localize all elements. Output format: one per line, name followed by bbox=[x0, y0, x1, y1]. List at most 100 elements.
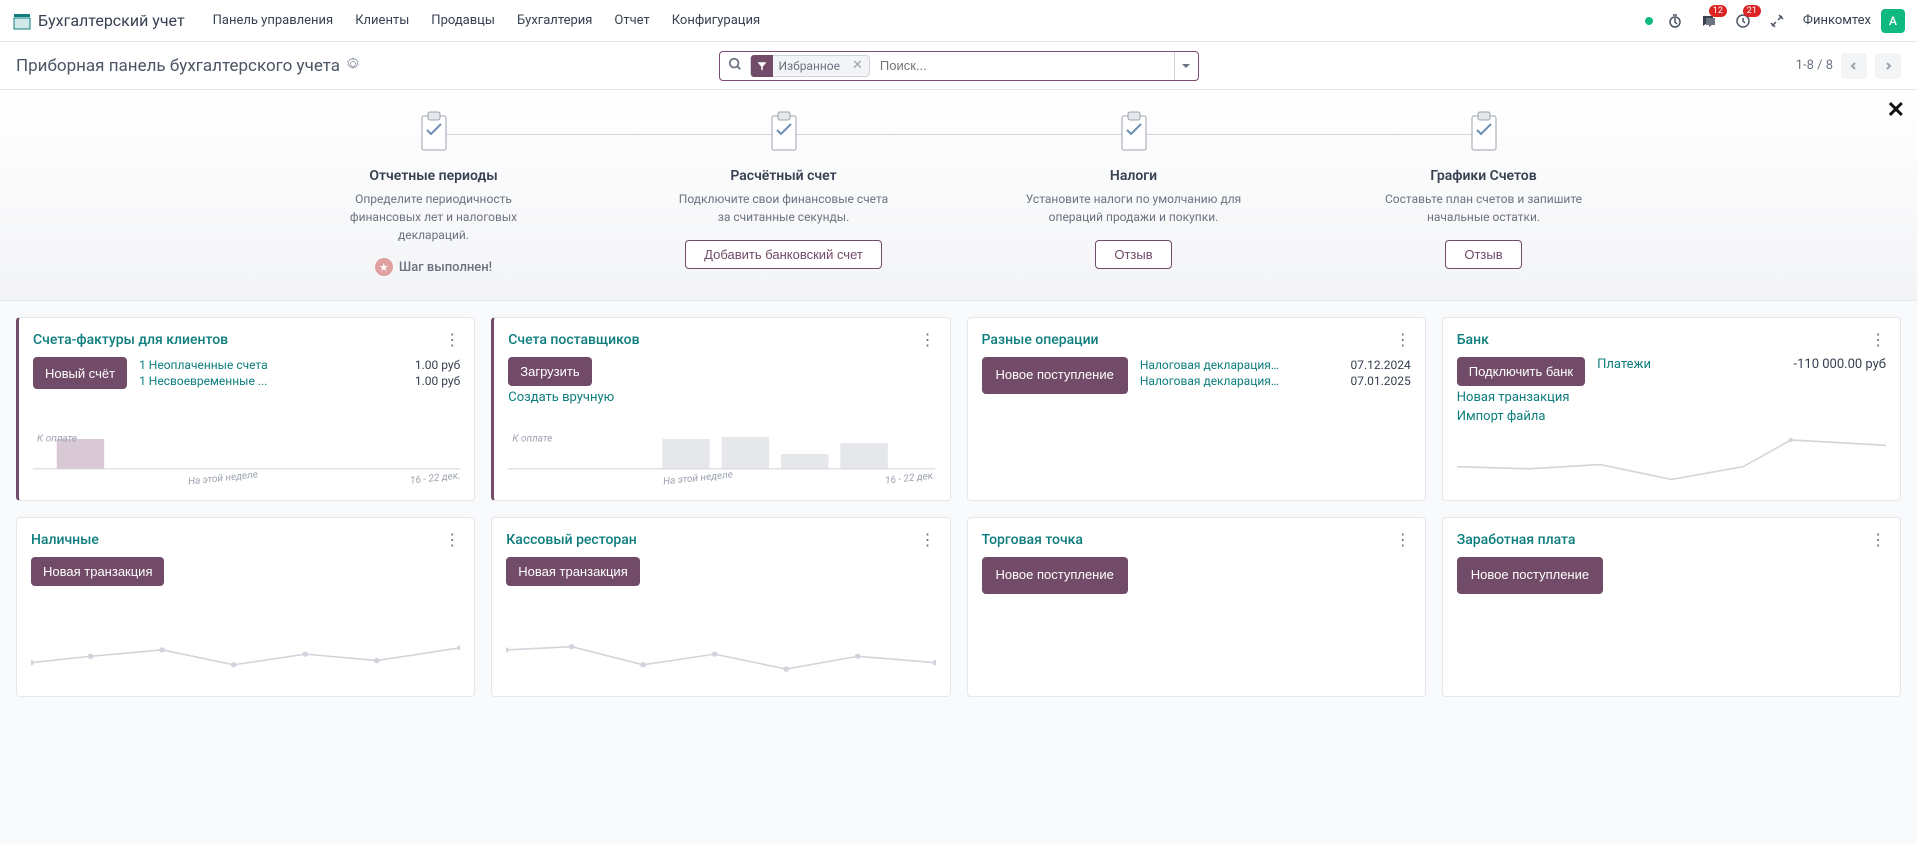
pager-text: 1-8 / 8 bbox=[1796, 58, 1833, 73]
late-link[interactable]: 1 Несвоевременные ... bbox=[139, 374, 267, 388]
company-name[interactable]: Финкомтех bbox=[1803, 13, 1871, 28]
kebab-icon[interactable]: ⋮ bbox=[1870, 530, 1886, 549]
gear-icon[interactable] bbox=[346, 57, 360, 75]
app-icon bbox=[12, 11, 32, 31]
connect-bank-button[interactable]: Подключить банк bbox=[1457, 357, 1585, 386]
card-title[interactable]: Заработная плата bbox=[1457, 532, 1576, 548]
status-indicator-icon bbox=[1645, 17, 1653, 25]
step-done-label: Шаг выполнен! bbox=[399, 260, 492, 275]
control-bar: Приборная панель бухгалтерского учета Из… bbox=[0, 42, 1917, 90]
chevron-down-icon[interactable] bbox=[1174, 52, 1198, 80]
clipboard-check-icon bbox=[760, 110, 808, 158]
btn-label: Новое поступление bbox=[996, 367, 1114, 382]
filter-icon bbox=[751, 55, 773, 77]
create-manual-link[interactable]: Создать вручную bbox=[508, 390, 935, 405]
activities-icon[interactable]: 21 bbox=[1731, 9, 1755, 33]
step-connector bbox=[434, 134, 784, 135]
kebab-icon[interactable]: ⋮ bbox=[920, 530, 936, 549]
btn-label: Новое поступление bbox=[996, 567, 1114, 582]
filter-tag-favorite: Избранное ✕ bbox=[750, 55, 870, 77]
stat-value: -110 000.00 руб bbox=[1794, 357, 1887, 386]
kebab-icon[interactable]: ⋮ bbox=[1395, 330, 1411, 349]
step-title: Расчётный счет bbox=[625, 168, 943, 184]
step-desc: Установите налоги по умолчанию для опера… bbox=[1024, 190, 1244, 226]
onboarding-steps: Отчетные периоды Определите периодичност… bbox=[259, 110, 1659, 276]
unpaid-link[interactable]: 1 Неоплаченные счета bbox=[139, 358, 268, 372]
invoice-bar-chart: К оплате bbox=[33, 407, 460, 471]
card-cash: Наличные ⋮ Новая транзакция bbox=[16, 517, 475, 697]
step-chart-accounts: Графики Счетов Составьте план счетов и з… bbox=[1309, 110, 1659, 276]
invoice-stats: 1 Неоплаченные счета 1.00 руб 1 Несвоевре… bbox=[139, 357, 460, 389]
new-entry-button[interactable]: Новое поступление bbox=[982, 557, 1128, 594]
new-entry-button[interactable]: Новое поступление bbox=[1457, 557, 1603, 594]
review-coa-button[interactable]: Отзыв bbox=[1445, 240, 1521, 269]
card-title[interactable]: Банк bbox=[1457, 332, 1489, 348]
kebab-icon[interactable]: ⋮ bbox=[444, 330, 460, 349]
activities-badge: 21 bbox=[1743, 5, 1761, 17]
step-title: Налоги bbox=[975, 168, 1293, 184]
kebab-icon[interactable]: ⋮ bbox=[1395, 530, 1411, 549]
payments-link[interactable]: Платежи bbox=[1597, 357, 1651, 386]
kebab-icon[interactable]: ⋮ bbox=[920, 330, 936, 349]
review-taxes-button[interactable]: Отзыв bbox=[1095, 240, 1171, 269]
kebab-icon[interactable]: ⋮ bbox=[444, 530, 460, 549]
step-desc: Составьте план счетов и запишите начальн… bbox=[1374, 190, 1594, 226]
vendor-bar-chart: К оплате bbox=[508, 407, 935, 471]
tax-return-link[interactable]: Налоговая декларация д... bbox=[1140, 374, 1280, 388]
search-icon[interactable] bbox=[720, 57, 750, 75]
clipboard-check-icon bbox=[410, 110, 458, 158]
card-customer-invoices: Счета-фактуры для клиентов ⋮ Новый счёт … bbox=[16, 317, 475, 501]
new-transaction-link[interactable]: Новая транзакция bbox=[1457, 390, 1886, 405]
card-title[interactable]: Наличные bbox=[31, 532, 99, 548]
axis-label: 16 - 22 дек. bbox=[409, 470, 461, 486]
tax-return-link[interactable]: Налоговая декларация д... bbox=[1140, 358, 1280, 372]
card-title[interactable]: Кассовый ресторан bbox=[506, 532, 637, 548]
nav-config[interactable]: Конфигурация bbox=[662, 7, 770, 34]
tools-icon[interactable] bbox=[1765, 9, 1789, 33]
pager: 1-8 / 8 bbox=[1796, 53, 1901, 79]
avatar[interactable]: A bbox=[1881, 9, 1905, 33]
close-icon[interactable]: ✕ bbox=[846, 58, 869, 73]
nav-menu: Панель управления Клиенты Продавцы Бухга… bbox=[203, 7, 770, 34]
messages-icon[interactable]: 12 bbox=[1697, 9, 1721, 33]
stat-value: 1.00 руб bbox=[415, 358, 460, 372]
card-title[interactable]: Разные операции bbox=[982, 332, 1099, 348]
btn-label: Новое поступление bbox=[1471, 567, 1589, 582]
step-title: Графики Счетов bbox=[1325, 168, 1643, 184]
nav-customers[interactable]: Клиенты bbox=[345, 7, 419, 34]
new-transaction-button[interactable]: Новая транзакция bbox=[506, 557, 639, 586]
close-icon[interactable]: ✕ bbox=[1887, 98, 1905, 123]
new-invoice-button[interactable]: Новый счёт bbox=[33, 357, 127, 389]
card-title[interactable]: Счета-фактуры для клиентов bbox=[33, 332, 228, 348]
pager-next-button[interactable] bbox=[1875, 53, 1901, 79]
card-pos-restaurant: Кассовый ресторан ⋮ Новая транзакция bbox=[491, 517, 950, 697]
timer-icon[interactable] bbox=[1663, 9, 1687, 33]
chart-axis: . На этой неделе 16 - 22 дек. bbox=[33, 471, 460, 488]
card-misc-operations: Разные операции ⋮ Новое поступление Нало… bbox=[967, 317, 1426, 501]
nav-vendors[interactable]: Продавцы bbox=[421, 7, 505, 34]
step-desc: Определите периодичность финансовых лет … bbox=[324, 190, 544, 244]
tax-return-list: Налоговая декларация д...07.12.2024 Нало… bbox=[1140, 357, 1411, 394]
search-input[interactable] bbox=[874, 58, 1174, 73]
cash-line-chart bbox=[31, 620, 460, 684]
app-title: Бухгалтерский учет bbox=[38, 11, 185, 30]
new-entry-button[interactable]: Новое поступление bbox=[982, 357, 1128, 394]
kebab-icon[interactable]: ⋮ bbox=[1870, 330, 1886, 349]
filter-tag-label: Избранное bbox=[773, 59, 847, 73]
step-connector bbox=[784, 134, 1134, 135]
nav-dashboard[interactable]: Панель управления bbox=[203, 7, 344, 34]
topbar-left: Бухгалтерский учет Панель управления Кли… bbox=[12, 7, 770, 34]
axis-label: На этой неделе bbox=[662, 469, 733, 487]
card-title[interactable]: Торговая точка bbox=[982, 532, 1083, 548]
nav-report[interactable]: Отчет bbox=[604, 7, 659, 34]
chart-ylabel: К оплате bbox=[512, 434, 552, 445]
import-file-link[interactable]: Импорт файла bbox=[1457, 409, 1886, 424]
onboarding-panel: ✕ Отчетные периоды Определите периодично… bbox=[0, 90, 1917, 301]
add-bank-button[interactable]: Добавить банковский счет bbox=[685, 240, 882, 269]
nav-accounting[interactable]: Бухгалтерия bbox=[507, 7, 602, 34]
new-transaction-button[interactable]: Новая транзакция bbox=[31, 557, 164, 586]
pos-line-chart bbox=[506, 620, 935, 684]
card-title[interactable]: Счета поставщиков bbox=[508, 332, 639, 348]
upload-button[interactable]: Загрузить bbox=[508, 357, 591, 386]
pager-prev-button[interactable] bbox=[1841, 53, 1867, 79]
